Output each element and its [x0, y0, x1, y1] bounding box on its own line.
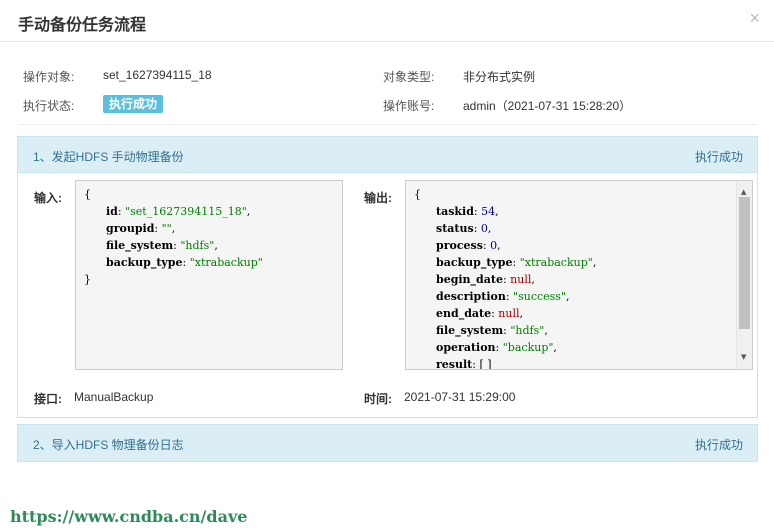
input-open-brace: {	[84, 188, 91, 201]
output-open-brace: {	[414, 188, 421, 201]
output-field: begin_date: null,	[436, 273, 535, 286]
step-panel-2: 2、导入HDFS 物理备份日志 执行成功	[17, 424, 758, 462]
target-value: set_1627394115_18	[103, 68, 212, 82]
output-field: process: 0,	[436, 239, 501, 252]
step-status-2: 执行成功	[694, 438, 743, 452]
input-value: ""	[161, 222, 172, 235]
time-label: 时间:	[364, 392, 392, 406]
output-label: 输出:	[364, 191, 392, 205]
scroll-thumb[interactable]	[739, 197, 750, 329]
input-label: 输入:	[34, 191, 62, 205]
input-key: id	[106, 205, 118, 218]
scroll-down-icon[interactable]: ▼	[741, 349, 746, 366]
input-field: backup_type: "xtrabackup"	[106, 256, 263, 269]
output-field: result: [ ]	[436, 358, 492, 370]
step-header-2[interactable]: 2、导入HDFS 物理备份日志 执行成功	[18, 425, 757, 461]
divider	[18, 124, 758, 125]
status-label: 执行状态:	[23, 99, 75, 113]
time-value: 2021-07-31 15:29:00	[404, 390, 516, 404]
input-field: groupid: "",	[106, 222, 176, 235]
account-label: 操作账号:	[383, 99, 435, 113]
type-value: 非分布式实例	[463, 70, 536, 84]
input-key: file_system	[106, 239, 174, 252]
input-value: "xtrabackup"	[189, 256, 263, 269]
status-badge: 执行成功	[103, 95, 164, 113]
input-value: "set_1627394115_18"	[125, 205, 247, 218]
step-header-1[interactable]: 1、发起HDFS 手动物理备份 执行成功	[18, 137, 757, 173]
input-field: id: "set_1627394115_18",	[106, 205, 251, 218]
watermark: https://www.cndba.cn/dave	[10, 507, 248, 526]
input-value: "hdfs"	[180, 239, 215, 252]
output-field: backup_type: "xtrabackup",	[436, 256, 597, 269]
interface-value: ManualBackup	[74, 390, 154, 404]
type-label: 对象类型:	[383, 70, 435, 84]
step-panel-1: 1、发起HDFS 手动物理备份 执行成功 输入: { id: "set_1627…	[17, 136, 758, 418]
output-field: description: "success",	[436, 290, 570, 303]
interface-label: 接口:	[34, 392, 62, 406]
dialog-title: 手动备份任务流程	[18, 17, 147, 34]
input-field: file_system: "hdfs",	[106, 239, 218, 252]
close-icon[interactable]: ×	[749, 9, 760, 27]
output-scrollbar[interactable]: ▲ ▼	[736, 181, 752, 369]
step-title-2: 2、导入HDFS 物理备份日志	[33, 438, 184, 452]
account-value: admin（2021-07-31 15:28:20）	[463, 99, 632, 113]
input-key: backup_type	[106, 256, 183, 269]
input-close-brace: }	[84, 273, 91, 286]
output-field: end_date: null,	[436, 307, 524, 320]
output-code-box[interactable]: { taskid: 54, status: 0, process: 0, bac…	[405, 180, 753, 370]
output-field: operation: "backup",	[436, 341, 557, 354]
input-key: groupid	[106, 222, 155, 235]
dialog-header: 手动备份任务流程 ×	[0, 0, 774, 42]
output-field: taskid: 54,	[436, 205, 499, 218]
output-field: status: 0,	[436, 222, 492, 235]
output-field: file_system: "hdfs",	[436, 324, 548, 337]
input-code-box[interactable]: { id: "set_1627394115_18", groupid: "", …	[75, 180, 343, 370]
step-status-1: 执行成功	[694, 150, 743, 164]
target-label: 操作对象:	[23, 70, 75, 84]
step-title-1: 1、发起HDFS 手动物理备份	[33, 150, 184, 164]
